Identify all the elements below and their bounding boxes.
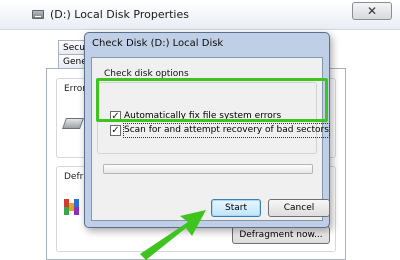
cancel-button[interactable]: Cancel [268, 199, 330, 217]
defragment-now-button[interactable]: Defragment now... [232, 226, 330, 244]
error-checking-label: Error [64, 84, 86, 94]
dialog-title: Check Disk (D:) Local Disk [92, 38, 224, 49]
progress-bar [103, 164, 313, 174]
drive-icon [32, 10, 44, 19]
green-arrow-icon [140, 210, 206, 260]
window-title: (D:) Local Disk Properties [50, 8, 189, 21]
scan-bad-sectors-label: Scan for and attempt recovery of bad sec… [123, 123, 330, 138]
window-titlebar: (D:) Local Disk Properties ✕ [0, 0, 400, 30]
close-button[interactable]: ✕ [352, 2, 392, 20]
defragment-icon [64, 197, 80, 215]
scan-bad-sectors-checkbox[interactable]: ✓ [110, 125, 121, 136]
options-highlight-box [96, 78, 328, 122]
